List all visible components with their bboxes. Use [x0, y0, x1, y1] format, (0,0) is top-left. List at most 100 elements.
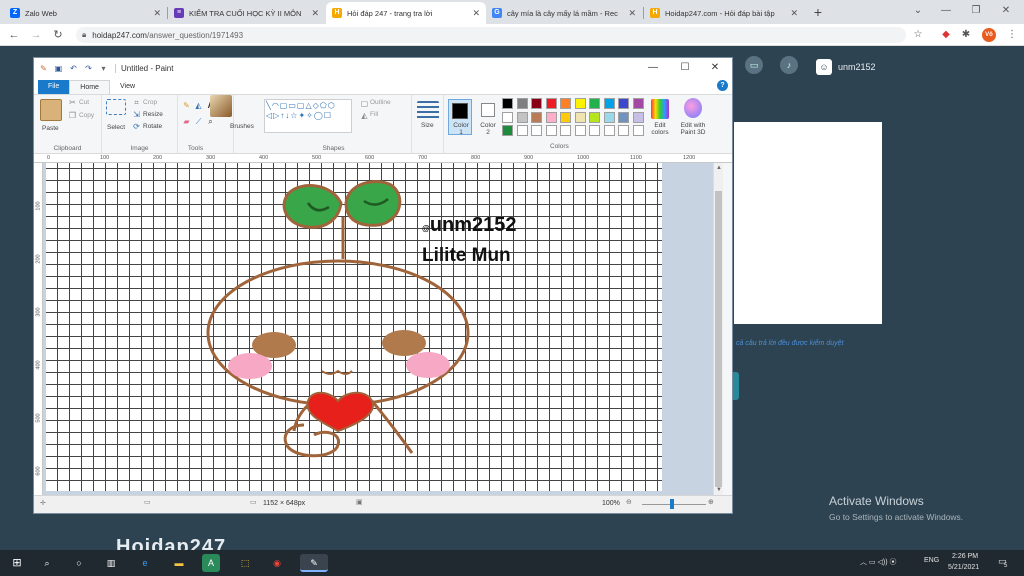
tab-zalo[interactable]: Z Zalo Web ✕	[4, 2, 167, 24]
resize-icon[interactable]: ⇲	[132, 110, 141, 119]
close-icon[interactable]: ✕	[153, 8, 161, 19]
menu-dots-icon[interactable]: ⋮	[1004, 27, 1020, 43]
edit-colors-button[interactable]: Edit colors	[648, 122, 672, 136]
copy-icon[interactable]: ❐	[68, 111, 77, 120]
tab-file[interactable]: File	[38, 80, 70, 94]
help-icon[interactable]: ?	[717, 80, 728, 91]
bell-icon[interactable]: ♪	[780, 56, 798, 74]
palette-swatch[interactable]	[531, 111, 542, 123]
brushes-button[interactable]: Brushes	[230, 123, 254, 130]
eraser-icon[interactable]: ▰	[182, 117, 191, 126]
close-icon[interactable]: ✕	[790, 8, 798, 19]
paint3d-icon[interactable]	[684, 98, 702, 118]
reload-icon[interactable]: ↻	[50, 27, 66, 43]
palette-swatch[interactable]	[589, 111, 600, 123]
palette-swatch[interactable]	[589, 125, 600, 136]
edit-colors-icon[interactable]	[651, 99, 669, 119]
fill-icon[interactable]: ◭	[360, 111, 369, 120]
edit-paint3d-button[interactable]: Edit with Paint 3D	[676, 122, 710, 136]
outline-button[interactable]: Outline	[370, 99, 391, 106]
color1-button[interactable]: Color 1	[448, 99, 472, 136]
outline-icon[interactable]: ▢	[360, 99, 369, 108]
palette-swatch[interactable]	[502, 125, 513, 136]
copy-button[interactable]: Copy	[79, 112, 94, 119]
clock-time[interactable]: 2:26 PM	[952, 553, 978, 560]
maximize-icon[interactable]: ❐	[966, 3, 986, 19]
language-indicator[interactable]: ENG	[924, 557, 939, 564]
resize-button[interactable]: Resize	[143, 111, 163, 118]
palette-swatch[interactable]	[516, 111, 528, 123]
palette-swatch[interactable]	[502, 98, 513, 109]
task-view-icon[interactable]: ▥	[102, 554, 120, 572]
palette-swatch[interactable]	[516, 125, 528, 136]
tab-hoidap-answer[interactable]: H Hỏi đáp 247 - trang tra lời ✕	[326, 2, 486, 24]
extension-icon[interactable]: ◆	[938, 27, 954, 43]
palette-swatch[interactable]	[560, 111, 571, 123]
paint-minimize-icon[interactable]: —	[640, 60, 666, 76]
save-icon[interactable]: ▣	[53, 63, 64, 74]
clock-date[interactable]: 5/21/2021	[948, 564, 979, 571]
palette-swatch[interactable]	[516, 98, 528, 109]
fill-bucket-icon[interactable]: ◭	[194, 101, 203, 110]
palette-swatch[interactable]	[574, 98, 586, 109]
tray-icons[interactable]: ︿ ▭ ◁)) ⦿	[860, 557, 897, 567]
rotate-button[interactable]: Rotate	[143, 123, 162, 130]
magnifier-icon[interactable]: ⌕	[206, 117, 215, 126]
chrome-icon[interactable]: ◉	[268, 554, 286, 572]
paste-icon[interactable]	[40, 99, 62, 121]
palette-swatch[interactable]	[603, 125, 615, 136]
file-explorer-icon[interactable]: ▬	[170, 554, 188, 572]
new-tab-button[interactable]: +	[810, 4, 826, 20]
search-icon[interactable]: ⌕	[38, 554, 56, 572]
crop-button[interactable]: Crop	[143, 99, 157, 106]
palette-swatch[interactable]	[531, 98, 542, 109]
palette-swatch[interactable]	[560, 98, 571, 109]
size-icon[interactable]	[417, 101, 439, 119]
palette-swatch[interactable]	[632, 111, 644, 123]
brushes-icon[interactable]	[210, 95, 232, 117]
palette-swatch[interactable]	[632, 125, 644, 136]
palette-swatch[interactable]	[589, 98, 600, 109]
palette-swatch[interactable]	[603, 98, 615, 109]
paint-taskbar-icon[interactable]: ✎	[300, 554, 328, 572]
shapes-gallery[interactable]: ╲◠▢▭▢△◇⬠⬡ ◁▷↑↓☆✦✧◯☐	[264, 99, 352, 133]
palette-swatch[interactable]	[618, 125, 629, 136]
select-icon[interactable]	[106, 99, 126, 115]
palette-swatch[interactable]	[560, 125, 571, 136]
close-icon[interactable]: ✕	[628, 8, 636, 19]
forward-icon[interactable]: →	[28, 27, 44, 43]
tab-exam-form[interactable]: ≡ KIỂM TRA CUỐI HỌC KỲ II MÔN ✕	[168, 2, 325, 24]
tab-google-search[interactable]: G cây mía là cây mấy lá mầm - Rec ✕	[486, 2, 642, 24]
palette-swatch[interactable]	[632, 98, 644, 109]
drawing-canvas[interactable]: @unm2152 Lilite Mun	[46, 163, 662, 491]
palette-swatch[interactable]	[603, 111, 615, 123]
zoom-out-icon[interactable]: ⊖	[626, 498, 632, 506]
minimize-icon[interactable]: —	[936, 3, 956, 19]
cut-button[interactable]: Cut	[79, 99, 89, 106]
site-user-menu[interactable]: ☺ unm2152	[816, 57, 876, 77]
start-windows-icon[interactable]: ⊞	[8, 554, 26, 572]
tab-hoidap-home[interactable]: H Hoidap247.com - Hỏi đáp bài tập ✕	[644, 2, 804, 24]
paint-close-icon[interactable]: ✕	[702, 60, 728, 76]
url-field[interactable]: 🔒︎ hoidap247.com/answer_question/1971493	[76, 27, 906, 43]
tab-search-icon[interactable]: ⌄	[908, 3, 928, 19]
palette-swatch[interactable]	[574, 111, 586, 123]
cut-icon[interactable]: ✂	[68, 98, 77, 107]
paint-maximize-icon[interactable]: ☐	[672, 60, 698, 76]
profile-avatar[interactable]: Vô	[982, 28, 996, 42]
rotate-icon[interactable]: ⟳	[132, 122, 141, 131]
palette-swatch[interactable]	[618, 98, 629, 109]
color-picker-icon[interactable]: ⟋	[194, 117, 203, 126]
undo-icon[interactable]: ↶	[68, 63, 79, 74]
app-icon[interactable]: A	[202, 554, 220, 572]
color2-swatch[interactable]	[481, 103, 495, 117]
paste-button[interactable]: Paste	[42, 125, 59, 132]
bookmark-star-icon[interactable]: ☆	[910, 27, 926, 43]
tab-view[interactable]: View	[110, 80, 145, 94]
vertical-scrollbar[interactable]: ▲ ▼	[713, 163, 723, 495]
cortana-icon[interactable]: ○	[70, 554, 88, 572]
palette-swatch[interactable]	[545, 125, 557, 136]
palette-swatch[interactable]	[545, 98, 557, 109]
back-icon[interactable]: ←	[6, 27, 22, 43]
select-button[interactable]: Select	[107, 124, 125, 131]
